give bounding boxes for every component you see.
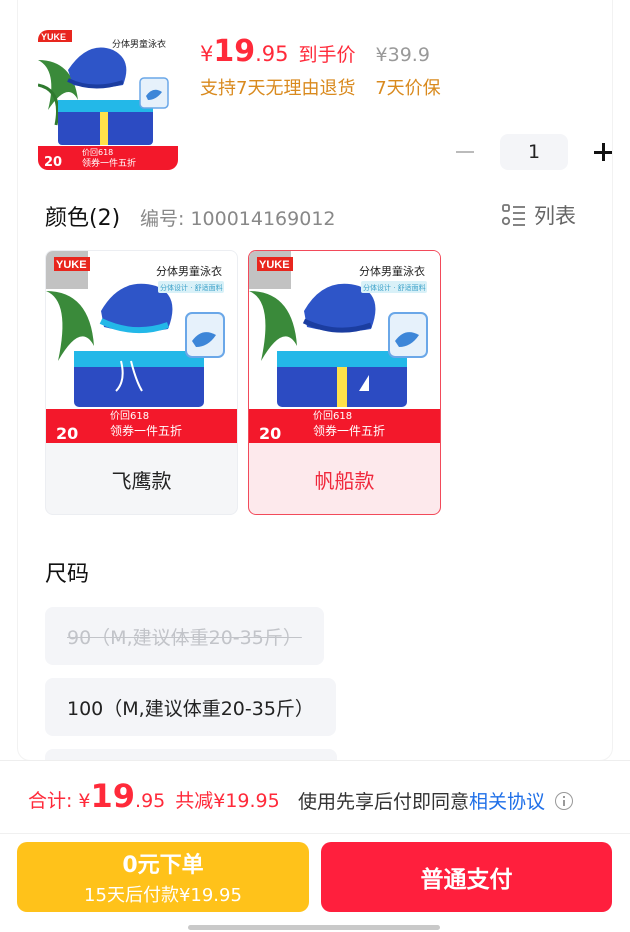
variant-brand-badge: YUKE <box>56 259 87 271</box>
variant-promo-618: 价回618 <box>110 410 149 422</box>
price-row: ¥ 19 .95 到手价 ¥39.9 <box>200 34 430 69</box>
variant-image: YUKE 分体男童泳衣 分体设计 · 舒适面料 20 价回618 领券一件五折 <box>46 251 237 443</box>
product-thumbnail: YUKE 分体男童泳衣 20 价回618 领券一件五折 <box>38 30 178 170</box>
pay-later-subtitle: 15天后付款¥19.95 <box>84 885 242 906</box>
variant-promo-tag: 领券一件五折 <box>110 423 182 438</box>
variant-label: 帆船款 <box>314 468 375 493</box>
quantity-input[interactable]: 1 <box>500 134 568 170</box>
total-symbol: ¥ <box>78 790 91 812</box>
sku-selector-page: YUKE 分体男童泳衣 20 价回618 领券一件五折 ¥ 19 .95 到手价… <box>0 0 630 932</box>
size-option-100[interactable]: 100（M,建议体重20-35斤） <box>45 678 336 736</box>
size-option-next[interactable] <box>45 749 337 760</box>
variant-image-title: 分体男童泳衣 <box>156 264 222 278</box>
total-decimal: .95 <box>135 790 166 812</box>
discount-amount: 共减¥19.95 <box>175 790 280 812</box>
normal-pay-button[interactable]: 普通支付 <box>321 842 612 912</box>
variant-image: YUKE 分体男童泳衣 分体设计 · 舒适面料 20 价回618 领券一件五折 <box>249 251 440 443</box>
pay-later-button[interactable]: 0元下单 15天后付款¥19.95 <box>17 842 309 912</box>
size-option-90[interactable]: 90（M,建议体重20-35斤） <box>45 607 324 665</box>
total-label: 合计: <box>28 790 73 812</box>
total-integer: 19 <box>90 777 136 815</box>
price-protect-text: 7天价保 <box>375 78 441 99</box>
increase-quantity-button[interactable] <box>588 137 612 167</box>
quantity-stepper: 1 <box>450 134 612 170</box>
list-view-label: 列表 <box>534 204 576 228</box>
variant-promo-price: 20 <box>56 424 78 443</box>
agreement-text: 使用先享后付即同意 <box>298 791 470 813</box>
price-decimal: .95 <box>255 42 289 66</box>
variant-label: 飞鹰款 <box>111 468 172 493</box>
price-integer: 19 <box>213 34 256 69</box>
variant-promo-tag: 领券一件五折 <box>313 423 385 438</box>
price-label: 到手价 <box>298 44 356 66</box>
variant-brand-badge: YUKE <box>259 259 290 271</box>
bar-divider <box>0 833 630 834</box>
decrease-quantity-button[interactable] <box>450 137 480 167</box>
promo-price-text: 20 <box>44 155 62 170</box>
sku-sheet: YUKE 分体男童泳衣 20 价回618 领券一件五折 ¥ 19 .95 到手价… <box>18 0 612 760</box>
order-total: 合计: ¥ 19 .95 共减¥19.95 <box>28 777 280 815</box>
brand-badge-text: YUKE <box>41 32 66 42</box>
home-indicator <box>188 925 440 930</box>
color-option-sailboat[interactable]: YUKE 分体男童泳衣 分体设计 · 舒适面料 20 价回618 领券一件五折 … <box>248 250 441 515</box>
variant-image-title: 分体男童泳衣 <box>359 264 425 278</box>
variant-image-subtitle: 分体设计 · 舒适面料 <box>363 283 426 292</box>
list-view-toggle[interactable]: 列表 <box>501 200 576 230</box>
color-section-title: 颜色(2) <box>45 206 121 231</box>
service-guarantees: 支持7天无理由退货 7天价保 <box>200 74 441 100</box>
pay-later-title: 0元下单 <box>122 853 204 878</box>
agreement-link[interactable]: 相关协议 <box>469 787 545 814</box>
agreement-notice: 使用先享后付即同意 相关协议 <box>298 787 574 814</box>
return-policy-text: 支持7天无理由退货 <box>200 78 356 99</box>
info-icon[interactable] <box>555 791 574 810</box>
price-symbol: ¥ <box>200 42 214 66</box>
thumbnail-title-text: 分体男童泳衣 <box>112 38 166 50</box>
checkout-bar: 合计: ¥ 19 .95 共减¥19.95 使用先享后付即同意 相关协议 0元下… <box>0 760 630 932</box>
list-view-icon <box>501 203 526 227</box>
variant-promo-price: 20 <box>259 424 281 443</box>
color-option-eagle[interactable]: YUKE 分体男童泳衣 分体设计 · 舒适面料 20 价回618 领券一件五折 … <box>45 250 238 515</box>
promo-618-text: 价回618 <box>82 148 113 157</box>
size-section-title: 尺码 <box>45 562 90 587</box>
variant-image-subtitle: 分体设计 · 舒适面料 <box>160 283 223 292</box>
sku-number: 编号: 100014169012 <box>140 208 336 230</box>
original-price: ¥39.9 <box>375 44 430 66</box>
promo-tag-text: 领券一件五折 <box>82 157 136 169</box>
variant-promo-618: 价回618 <box>313 410 352 422</box>
